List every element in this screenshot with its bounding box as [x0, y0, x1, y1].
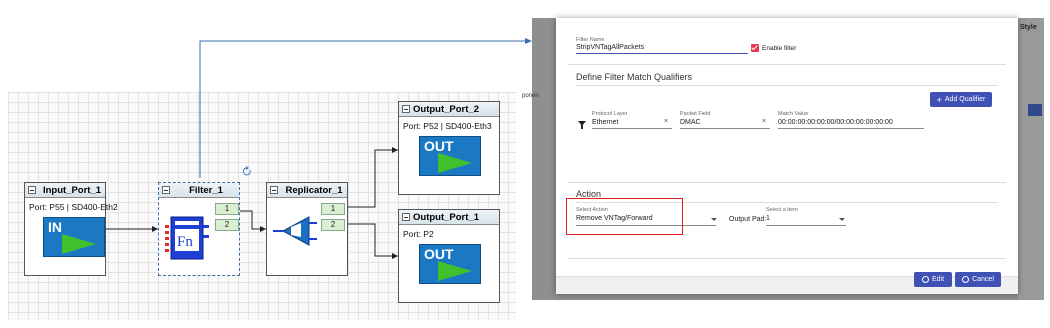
pad-2[interactable]: 2: [215, 219, 239, 231]
pad-1[interactable]: 1: [321, 203, 345, 215]
collapse-icon[interactable]: [162, 186, 170, 194]
node-header: Replicator_1: [267, 183, 347, 198]
node-header: Output_Port_1: [399, 210, 499, 225]
node-title: Filter_1: [189, 185, 223, 196]
node-title: Output_Port_2: [413, 104, 479, 115]
badge-text: IN: [48, 219, 62, 235]
enable-filter-label: Enable filter: [762, 45, 797, 52]
pad-2[interactable]: 2: [321, 219, 345, 231]
node-header: Input_Port_1: [25, 183, 105, 198]
protocol-layer-clear-icon[interactable]: ×: [664, 118, 668, 125]
svg-text:Fn: Fn: [177, 234, 193, 250]
add-qualifier-button[interactable]: + Add Qualifier: [930, 92, 992, 107]
protocol-layer-label: Protocol Layer: [592, 111, 628, 117]
chevron-down-icon[interactable]: [711, 218, 717, 221]
node-header: Filter_1: [159, 183, 239, 198]
node-title: Replicator_1: [285, 185, 343, 196]
filter-name-input[interactable]: StripVNTagAllPackets: [576, 44, 644, 51]
cancel-label: Cancel: [972, 276, 994, 283]
check-circle-icon: [921, 276, 929, 283]
in-port-icon: IN: [43, 217, 105, 257]
badge-text: OUT: [424, 246, 454, 262]
background-button: [1028, 104, 1042, 116]
dialog-content: Filter Name StripVNTagAllPackets Enable …: [568, 30, 1006, 282]
enable-filter-checkbox[interactable]: [751, 44, 759, 52]
action-highlight-box: [566, 198, 683, 235]
collapse-icon[interactable]: [402, 213, 410, 221]
output-pad-label: Output Pad:: [729, 216, 767, 223]
node-title: Output_Port_1: [413, 212, 479, 223]
plus-icon: +: [936, 94, 942, 105]
select-item-dropdown[interactable]: 1: [766, 215, 770, 222]
protocol-layer-input[interactable]: Ethernet: [592, 119, 618, 126]
badge-text: OUT: [424, 138, 454, 154]
packet-field-input[interactable]: DMAC: [680, 119, 701, 126]
filter-icon: [578, 121, 586, 129]
node-header: Output_Port_2: [399, 102, 499, 117]
out-port-icon: OUT: [419, 136, 481, 176]
qualifiers-title: Define Filter Match Qualifiers: [576, 72, 693, 82]
node-port-label: Port: P2: [403, 229, 434, 239]
out-port-icon: OUT: [419, 244, 481, 284]
replicator-icon: [273, 216, 317, 246]
filter-function-icon: Fn: [165, 216, 209, 260]
edit-button[interactable]: Edit: [914, 272, 952, 287]
background-fragment: ponen: [522, 93, 539, 99]
backdrop-right: Style: [1018, 18, 1044, 300]
filter-node[interactable]: Filter_1 1 2 Fn: [158, 182, 240, 276]
match-value-input[interactable]: 00:00:00:00:00:00/00:00:00:00:00:00: [778, 119, 893, 126]
close-circle-icon: [962, 276, 970, 283]
node-port-label: Port: P52 | SD400-Eth3: [403, 121, 492, 131]
output-port-2-node[interactable]: Output_Port_2 Port: P52 | SD400-Eth3 OUT: [398, 101, 500, 195]
cancel-button[interactable]: Cancel: [955, 272, 1001, 287]
edit-label: Edit: [931, 276, 945, 283]
select-item-label: Select a item: [766, 207, 798, 213]
replicator-node[interactable]: Replicator_1 1 2: [266, 182, 348, 276]
packet-field-clear-icon[interactable]: ×: [762, 118, 766, 125]
collapse-icon[interactable]: [28, 186, 36, 194]
output-port-1-node[interactable]: Output_Port_1 Port: P2 OUT: [398, 209, 500, 303]
background-style-label: Style: [1020, 24, 1037, 31]
add-qualifier-label: Add Qualifier: [944, 96, 986, 103]
match-value-label: Match Value: [778, 111, 809, 117]
pad-1[interactable]: 1: [215, 203, 239, 215]
packet-field-label: Packet Field: [680, 111, 711, 117]
collapse-icon[interactable]: [270, 186, 278, 194]
filter-name-label: Filter Name: [576, 37, 605, 43]
chevron-down-icon[interactable]: [839, 218, 845, 221]
input-port-node[interactable]: Input_Port_1 Port: P55 | SD400-Eth2 IN: [24, 182, 118, 276]
collapse-icon[interactable]: [402, 105, 410, 113]
node-port-label: Port: P55 | SD400-Eth2: [29, 202, 118, 212]
filter-dialog: Filter Name StripVNTagAllPackets Enable …: [556, 18, 1018, 294]
node-title: Input_Port_1: [42, 185, 102, 196]
